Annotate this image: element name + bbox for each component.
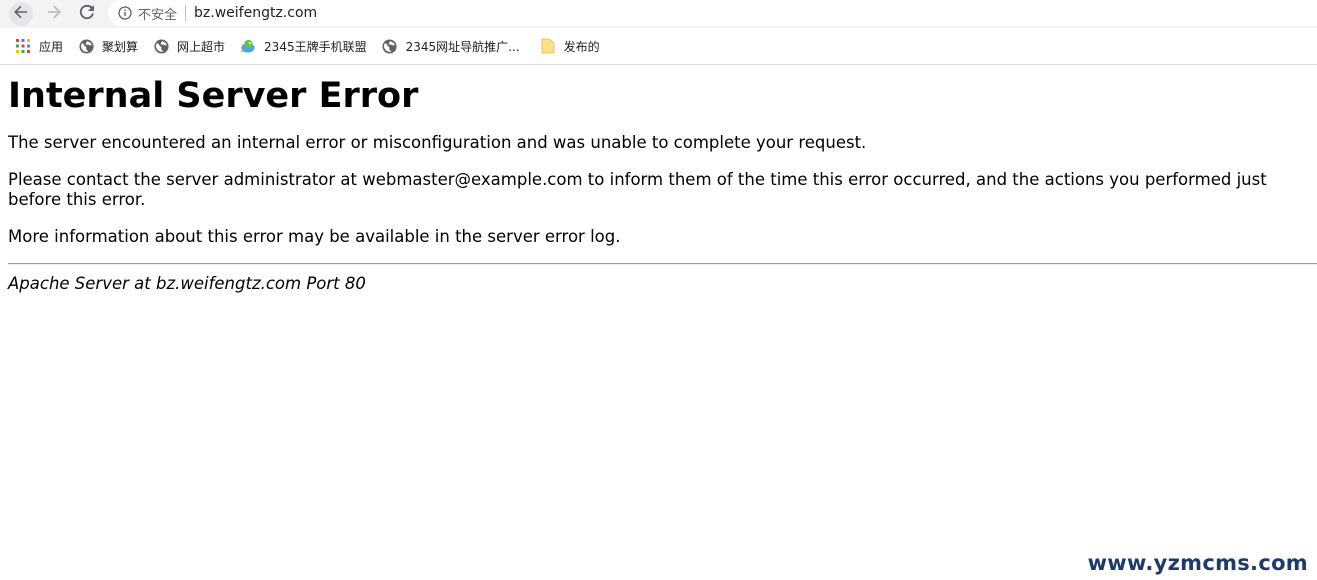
reload-button[interactable] — [75, 2, 99, 26]
contact-admin-text: Please contact the server administrator … — [8, 170, 1267, 209]
address-bar[interactable]: 不安全 bz.weifengtz.com — [108, 0, 1317, 26]
bookmark-online-market[interactable]: 网上超市 — [146, 32, 233, 60]
bookmark-apps[interactable]: 应用 — [0, 32, 71, 60]
arrow-left-icon — [13, 4, 29, 25]
bookmark-2345-mobile-union[interactable]: 2345王牌手机联盟 — [233, 32, 375, 60]
server-signature: Apache Server at bz.weifengtz.com Port 8… — [8, 274, 366, 293]
page-content: Internal Server Error The server encount… — [8, 65, 1317, 294]
bird-icon — [240, 38, 256, 54]
bookmark-label: 网上超市 — [177, 39, 226, 54]
page-title: Internal Server Error — [8, 76, 419, 116]
bookmark-juhuasuan[interactable]: 聚划算 — [71, 32, 146, 60]
url-text[interactable]: bz.weifengtz.com — [194, 5, 317, 21]
divider — [8, 263, 1317, 265]
error-description: The server encountered an internal error… — [8, 133, 867, 152]
bookmark-folder-published[interactable]: 发布的 — [528, 32, 608, 60]
error-log-text: More information about this error may be… — [8, 227, 621, 246]
bookmark-label: 聚划算 — [102, 39, 139, 54]
back-button[interactable] — [9, 2, 33, 26]
globe-icon — [78, 38, 94, 54]
bookmark-2345-nav-promo[interactable]: 2345网址导航推广... — [375, 32, 528, 60]
omnibox-divider — [185, 5, 187, 21]
bookmark-label: 应用 — [39, 39, 64, 54]
bookmarks-bar: 应用 聚划算 网上超市 2345王牌手机联盟 2345网址导航推广... 发布的 — [0, 28, 1317, 65]
forward-button[interactable] — [42, 2, 66, 26]
security-label[interactable]: 不安全 — [138, 4, 177, 23]
watermark: www.yzmcms.com — [1087, 551, 1308, 575]
bookmark-label: 2345网址导航推广... — [405, 39, 520, 54]
bookmark-label: 2345王牌手机联盟 — [264, 39, 367, 54]
arrow-right-icon — [46, 4, 62, 25]
browser-toolbar: 不安全 bz.weifengtz.com — [0, 0, 1317, 28]
info-icon[interactable] — [118, 6, 132, 20]
folder-icon — [540, 38, 556, 54]
globe-icon — [153, 38, 169, 54]
reload-icon — [79, 4, 95, 25]
bookmark-label: 发布的 — [563, 39, 600, 54]
apps-grid-icon — [15, 38, 31, 54]
globe-icon — [382, 38, 398, 54]
